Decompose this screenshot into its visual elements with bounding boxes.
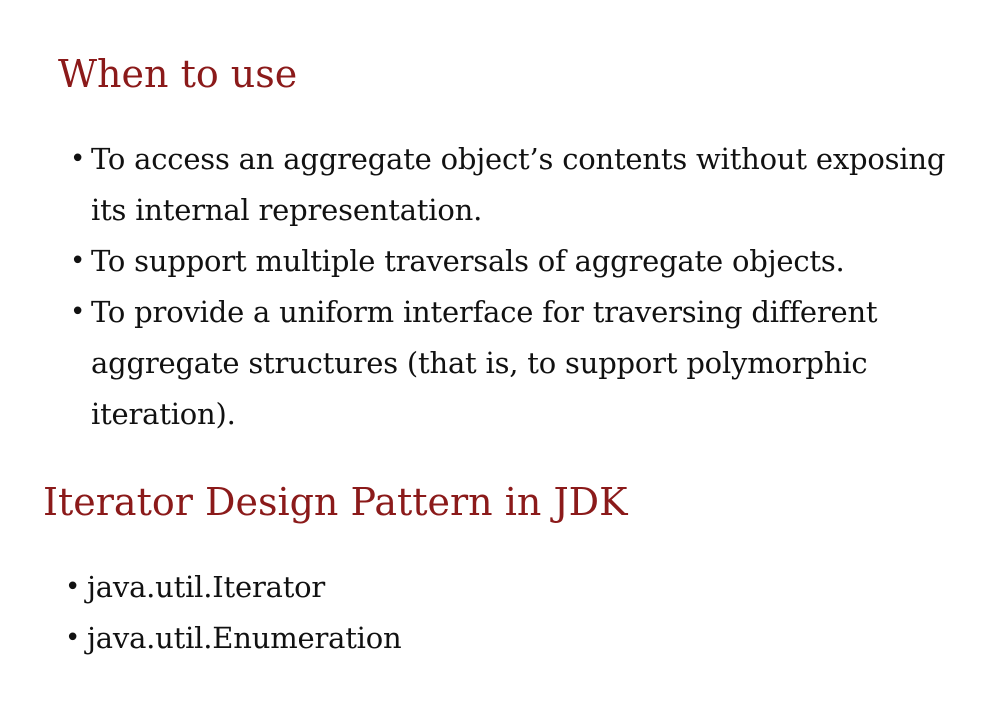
bullet-icon: • [70,297,86,327]
list-item: • java.util.Enumeration [65,613,965,664]
list-item-text: To support multiple traversals of aggreg… [91,244,845,278]
bullet-icon: • [70,144,86,174]
bullet-icon: • [65,572,81,602]
jdk-section: Iterator Design Pattern in JDK • java.ut… [0,476,1004,664]
list-item: • To provide a uniform interface for tra… [70,287,970,440]
jdk-heading: Iterator Design Pattern in JDK [43,480,628,524]
when-to-use-list: • To access an aggregate object’s conten… [70,134,970,440]
when-to-use-section: When to use • To access an aggregate obj… [0,48,1004,440]
jdk-list: • java.util.Iterator • java.util.Enumera… [65,562,965,664]
when-to-use-heading: When to use [58,52,298,96]
list-item: • java.util.Iterator [65,562,965,613]
list-item: • To support multiple traversals of aggr… [70,236,970,287]
list-item-text: java.util.Enumeration [87,621,402,655]
list-item-text: java.util.Iterator [87,570,326,604]
list-item: • To access an aggregate object’s conten… [70,134,970,236]
bullet-icon: • [70,246,86,276]
list-item-text: To provide a uniform interface for trave… [91,295,878,431]
list-item-text: To access an aggregate object’s contents… [91,142,946,227]
bullet-icon: • [65,623,81,653]
